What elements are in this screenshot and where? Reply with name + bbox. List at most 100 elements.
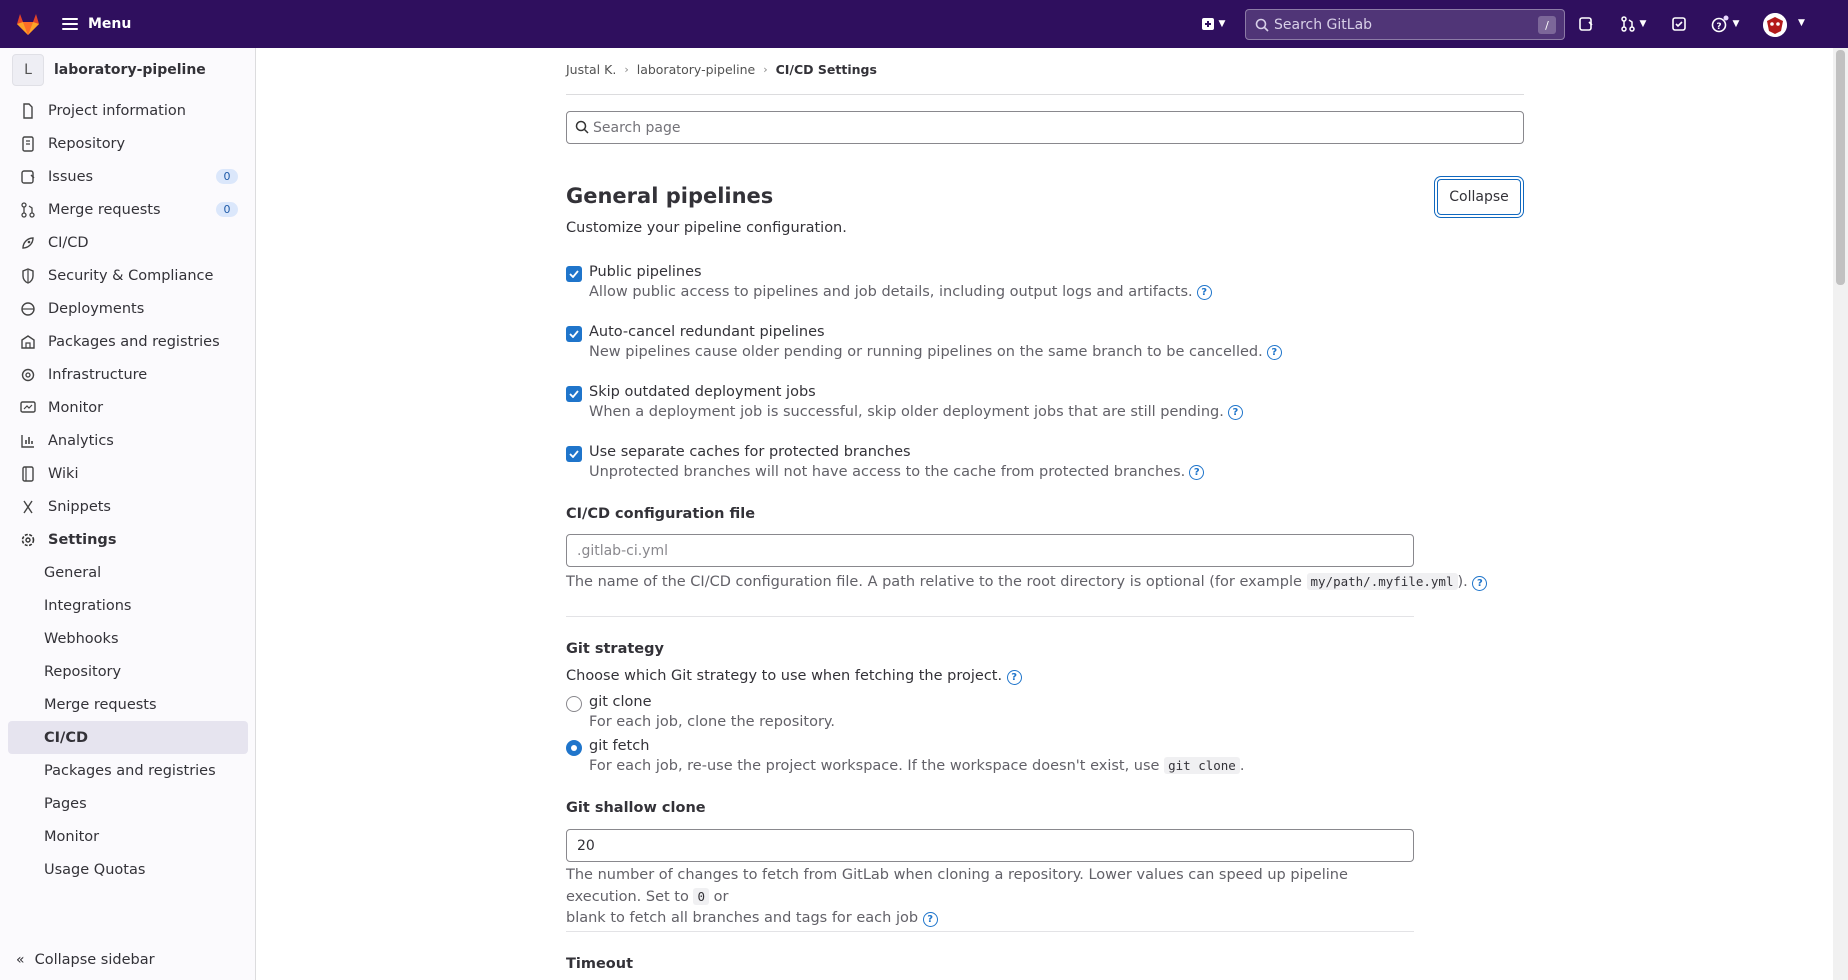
chart-icon bbox=[20, 433, 36, 449]
checkbox-help-text: Allow public access to pipelines and job… bbox=[589, 284, 1193, 300]
global-search-input[interactable]: Search GitLab / bbox=[1245, 9, 1565, 40]
checkmark-icon bbox=[569, 330, 579, 338]
sidebar-item-security-compliance[interactable]: Security & Compliance bbox=[8, 259, 248, 292]
public-pipelines-checkbox[interactable] bbox=[566, 266, 582, 282]
shallow-clone-help: The number of changes to fetch from GitL… bbox=[566, 865, 1426, 929]
breadcrumb-current[interactable]: CI/CD Settings bbox=[776, 62, 877, 77]
collapse-sidebar-button[interactable]: « Collapse sidebar bbox=[16, 952, 155, 968]
avatar-image-icon bbox=[1763, 13, 1787, 37]
shallow-clone-label: Git shallow clone bbox=[566, 800, 706, 816]
collapse-section-button[interactable]: Collapse bbox=[1437, 179, 1521, 215]
breadcrumb-divider bbox=[566, 94, 1524, 95]
auto-cancel-checkbox[interactable] bbox=[566, 326, 582, 342]
settings-sub-packages-registries[interactable]: Packages and registries bbox=[8, 754, 248, 787]
settings-sub-general[interactable]: General bbox=[8, 556, 248, 589]
checkbox-help-text: New pipelines cause older pending or run… bbox=[589, 344, 1263, 360]
config-file-input[interactable]: .gitlab-ci.yml bbox=[566, 534, 1414, 567]
menu-button[interactable]: Menu bbox=[62, 12, 131, 36]
scrollbar-thumb[interactable] bbox=[1836, 50, 1845, 285]
sidebar-item-packages-registries[interactable]: Packages and registries bbox=[8, 325, 248, 358]
sidebar-item-infrastructure[interactable]: Infrastructure bbox=[8, 358, 248, 391]
sidebar-project-header[interactable]: L laboratory-pipeline bbox=[12, 54, 206, 86]
help-question-icon[interactable]: ? bbox=[1227, 404, 1243, 420]
issues-top-button[interactable] bbox=[1574, 12, 1598, 36]
sidebar-item-merge-requests[interactable]: Merge requests 0 bbox=[8, 193, 248, 226]
breadcrumb-user-link[interactable]: Justal K. bbox=[566, 62, 616, 77]
settings-sub-repository[interactable]: Repository bbox=[8, 655, 248, 688]
git-fetch-radio[interactable] bbox=[566, 740, 582, 756]
chevron-down-icon[interactable]: ▼ bbox=[1798, 18, 1805, 28]
settings-sub-integrations[interactable]: Integrations bbox=[8, 589, 248, 622]
sidebar-item-project-information[interactable]: Project information bbox=[8, 94, 248, 127]
page-scrollbar[interactable] bbox=[1833, 48, 1848, 980]
gitlab-logo-icon[interactable] bbox=[14, 10, 42, 38]
sidebar-item-repository[interactable]: Repository bbox=[8, 127, 248, 160]
menu-label: Menu bbox=[88, 16, 132, 32]
settings-sub-monitor[interactable]: Monitor bbox=[8, 820, 248, 853]
sidebar-subitem-label: CI/CD bbox=[44, 729, 89, 746]
shield-icon bbox=[20, 267, 36, 284]
chevron-down-icon: ▼ bbox=[1732, 19, 1740, 29]
user-avatar[interactable] bbox=[1763, 13, 1787, 37]
radio-help-code: git clone bbox=[1164, 757, 1240, 774]
hamburger-icon bbox=[62, 18, 78, 30]
settings-sub-webhooks[interactable]: Webhooks bbox=[8, 622, 248, 655]
skip-outdated-checkbox[interactable] bbox=[566, 386, 582, 402]
radio-label[interactable]: git clone bbox=[589, 694, 652, 710]
create-new-button[interactable]: ▼ bbox=[1192, 12, 1234, 36]
chevron-down-icon: ▼ bbox=[1218, 19, 1226, 29]
search-shortcut-key: / bbox=[1538, 16, 1556, 34]
git-clone-radio[interactable] bbox=[566, 696, 582, 712]
help-question-icon[interactable]: ? bbox=[1266, 344, 1282, 360]
sidebar-item-label: Snippets bbox=[48, 498, 111, 515]
sidebar-subitem-label: Usage Quotas bbox=[44, 861, 146, 878]
issues-icon bbox=[20, 169, 36, 185]
todos-button[interactable] bbox=[1667, 12, 1691, 36]
separate-caches-checkbox[interactable] bbox=[566, 446, 582, 462]
help-question-icon[interactable]: ? bbox=[922, 912, 938, 927]
sidebar-item-snippets[interactable]: Snippets bbox=[8, 490, 248, 523]
cloud-gear-icon bbox=[20, 367, 36, 383]
checkbox-help: Allow public access to pipelines and job… bbox=[589, 284, 1212, 300]
svg-text:?: ? bbox=[1716, 22, 1721, 32]
sidebar: L laboratory-pipeline Project informatio… bbox=[0, 48, 256, 980]
checkbox-help: When a deployment job is successful, ski… bbox=[589, 404, 1243, 420]
chevron-right-icon: › bbox=[763, 63, 768, 76]
settings-icon bbox=[20, 532, 36, 548]
checkbox-label[interactable]: Use separate caches for protected branch… bbox=[589, 444, 911, 460]
search-placeholder: Search GitLab bbox=[1274, 16, 1373, 33]
sidebar-subitem-label: Repository bbox=[44, 663, 122, 680]
settings-sub-ci-cd[interactable]: CI/CD bbox=[8, 721, 248, 754]
sidebar-item-ci-cd[interactable]: CI/CD bbox=[8, 226, 248, 259]
sidebar-item-monitor[interactable]: Monitor bbox=[8, 391, 248, 424]
radio-label[interactable]: git fetch bbox=[589, 738, 649, 754]
plus-square-icon bbox=[1201, 18, 1214, 30]
settings-sub-usage-quotas[interactable]: Usage Quotas bbox=[8, 853, 248, 886]
section-description: Customize your pipeline configuration. bbox=[566, 220, 847, 236]
sidebar-item-label: Monitor bbox=[48, 399, 104, 416]
breadcrumb-project-link[interactable]: laboratory-pipeline bbox=[637, 62, 755, 77]
help-question-icon[interactable]: ? bbox=[1196, 284, 1212, 300]
settings-sub-pages[interactable]: Pages bbox=[8, 787, 248, 820]
shallow-clone-input[interactable]: 20 bbox=[566, 829, 1414, 862]
settings-sub-merge-requests[interactable]: Merge requests bbox=[8, 688, 248, 721]
help-button[interactable]: ? ▼ bbox=[1704, 12, 1746, 36]
sidebar-item-wiki[interactable]: Wiki bbox=[8, 457, 248, 490]
merge-requests-top-button[interactable]: ▼ bbox=[1612, 12, 1654, 36]
sidebar-nav: Project information Repository Issues 0 … bbox=[8, 94, 248, 886]
checkbox-label[interactable]: Auto-cancel redundant pipelines bbox=[589, 324, 825, 340]
sidebar-item-label: Project information bbox=[48, 102, 186, 119]
sidebar-item-deployments[interactable]: Deployments bbox=[8, 292, 248, 325]
issues-count-badge: 0 bbox=[216, 169, 238, 184]
help-question-icon[interactable]: ? bbox=[1472, 576, 1488, 591]
page-search-input[interactable]: Search page bbox=[566, 111, 1524, 144]
checkbox-label[interactable]: Skip outdated deployment jobs bbox=[589, 384, 816, 400]
help-question-icon[interactable]: ? bbox=[1006, 670, 1022, 685]
sidebar-item-settings[interactable]: Settings bbox=[8, 523, 248, 556]
section-title: General pipelines bbox=[566, 184, 774, 208]
sidebar-item-analytics[interactable]: Analytics bbox=[8, 424, 248, 457]
help-question-icon[interactable]: ? bbox=[1189, 464, 1205, 480]
sidebar-item-issues[interactable]: Issues 0 bbox=[8, 160, 248, 193]
checkbox-label[interactable]: Public pipelines bbox=[589, 264, 702, 280]
sidebar-item-label: Analytics bbox=[48, 432, 114, 449]
